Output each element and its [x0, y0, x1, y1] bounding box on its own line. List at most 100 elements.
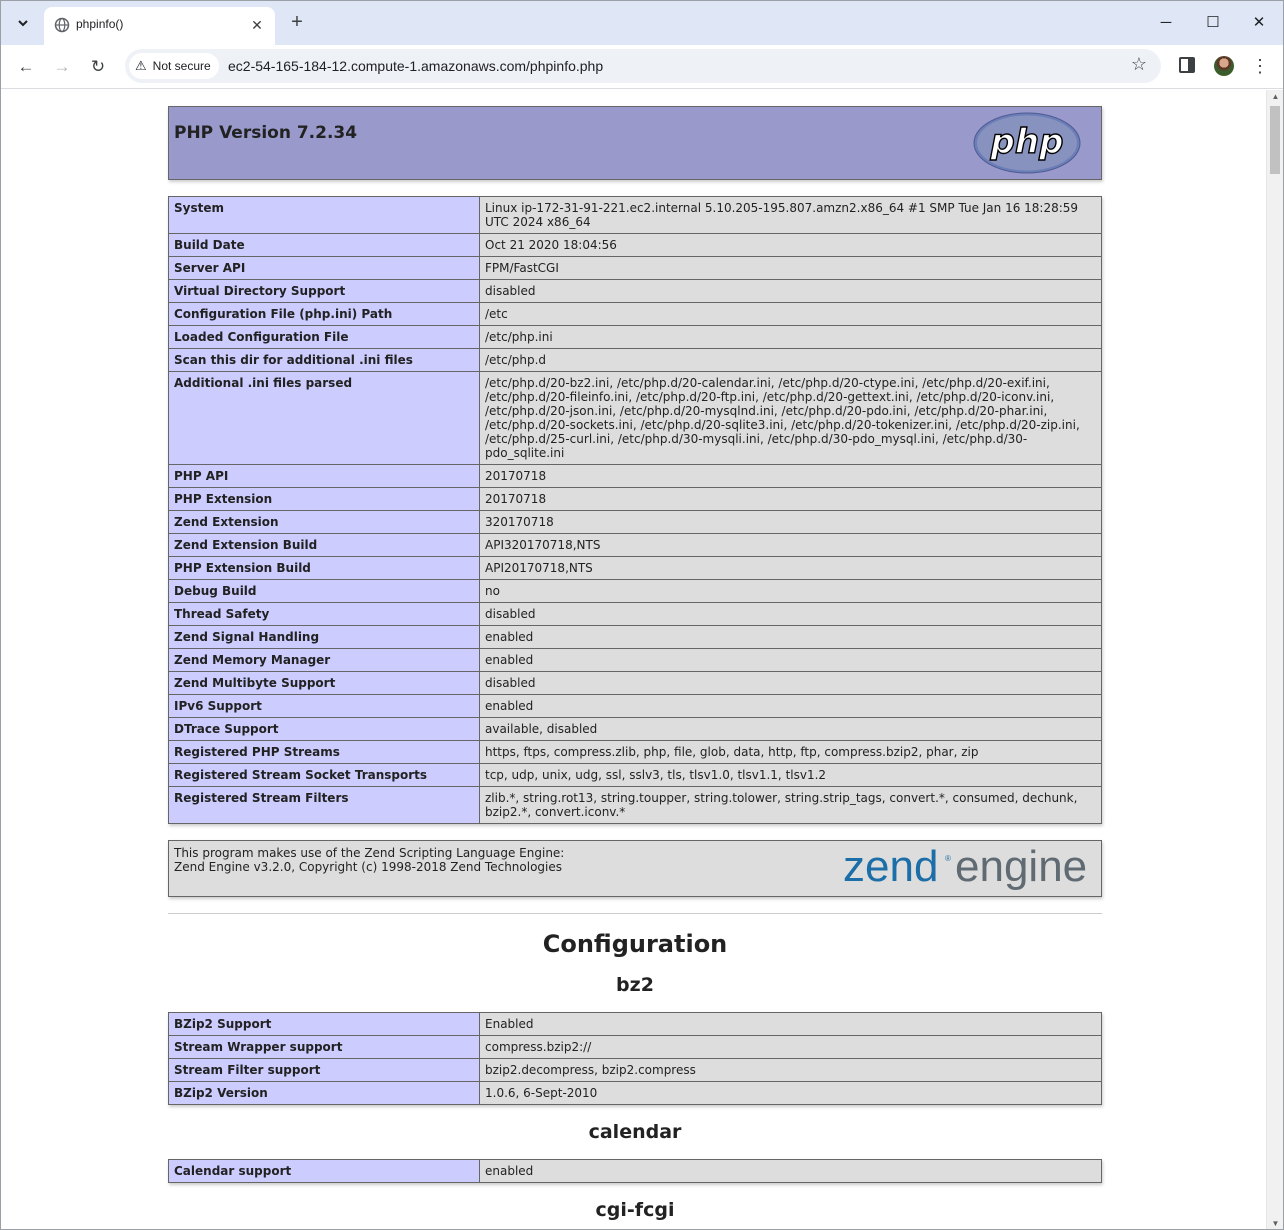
module-heading[interactable]: bz2	[168, 972, 1102, 998]
table-row: Zend Signal Handling enabled	[168, 625, 1102, 649]
back-arrow-icon[interactable]: ←	[12, 53, 40, 81]
row-key: Scan this dir for additional .ini files	[168, 348, 480, 372]
table-row: Stream Filter support bzip2.decompress, b…	[168, 1058, 1102, 1082]
svg-text:php: php	[990, 122, 1064, 162]
globe-icon	[54, 17, 70, 33]
zend-engine-logo[interactable]: zend ® engine	[843, 843, 1097, 895]
row-value: enabled	[479, 694, 1102, 718]
section-divider	[168, 913, 1102, 914]
warning-triangle-icon: ⚠	[135, 58, 147, 73]
row-key: Calendar support	[168, 1159, 480, 1183]
row-value: available, disabled	[479, 717, 1102, 741]
row-value: /etc/php.ini	[479, 325, 1102, 349]
table-row: Additional .ini files parsed/etc/php.d/2…	[168, 371, 1102, 465]
url-text[interactable]: ec2-54-165-184-12.compute-1.amazonaws.co…	[228, 58, 603, 74]
row-key: DTrace Support	[168, 717, 480, 741]
row-value: tcp, udp, unix, udg, ssl, sslv3, tls, tl…	[479, 763, 1102, 787]
forward-arrow-icon[interactable]: →	[48, 53, 76, 81]
row-key: Zend Multibyte Support	[168, 671, 480, 695]
table-row: Build Date Oct 21 2020 18:04:56	[168, 233, 1102, 257]
module-heading[interactable]: calendar	[168, 1119, 1102, 1145]
row-value: API320170718,NTS	[479, 533, 1102, 557]
avatar[interactable]	[1214, 56, 1234, 76]
scroll-thumb[interactable]	[1270, 106, 1280, 174]
row-value: zlib.*, string.rot13, string.toupper, st…	[479, 786, 1102, 824]
row-value: /etc	[479, 302, 1102, 326]
page-scrollbar[interactable]: ▲ ▼	[1266, 90, 1283, 1229]
row-value: Linux ip-172-31-91-221.ec2.internal 5.10…	[479, 196, 1102, 234]
table-row: Registered PHP Streams https, ftps, compr…	[168, 740, 1102, 764]
svg-text:®: ®	[945, 854, 951, 863]
row-value: no	[479, 579, 1102, 603]
new-tab-icon[interactable]: +	[285, 11, 309, 35]
row-key: Zend Signal Handling	[168, 625, 480, 649]
row-key: Configuration File (php.ini) Path	[168, 302, 480, 326]
row-value: enabled	[479, 1159, 1102, 1183]
security-chip[interactable]: ⚠ Not secure	[129, 53, 219, 79]
table-row: BZip2 Support Enabled	[168, 1012, 1102, 1036]
php-version-header: PHP Version 7.2.34 php	[168, 106, 1102, 180]
row-key: Additional .ini files parsed	[168, 371, 480, 465]
module-list: bz2 BZip2 Support Enabled Stream Wrapper su…	[168, 972, 1102, 1223]
row-key: Registered Stream Filters	[168, 786, 480, 824]
bookmark-star-icon[interactable]: ☆	[1131, 54, 1147, 75]
close-window-icon[interactable]: ✕	[1244, 9, 1274, 37]
table-row: Stream Wrapper support compress.bzip2://	[168, 1035, 1102, 1059]
row-key: Build Date	[168, 233, 480, 257]
security-label: Not secure	[152, 59, 211, 73]
close-tab-icon[interactable]: ✕	[247, 15, 267, 35]
tab-search-button[interactable]	[9, 9, 37, 37]
module-table: Calendar support enabled	[168, 1159, 1102, 1183]
browser-window: phpinfo() ✕ + ─ ☐ ✕ ← → ↻ ⚠ Not secure e…	[0, 0, 1284, 1230]
row-key: PHP API	[168, 464, 480, 488]
table-row: BZip2 Version 1.0.6, 6-Sept-2010	[168, 1081, 1102, 1105]
table-row: Scan this dir for additional .ini files /…	[168, 348, 1102, 372]
table-row: Configuration File (php.ini) Path/etc	[168, 302, 1102, 326]
row-value: disabled	[479, 279, 1102, 303]
table-row: Calendar support enabled	[168, 1159, 1102, 1183]
row-value: Enabled	[479, 1012, 1102, 1036]
tab-active[interactable]: phpinfo() ✕	[44, 7, 275, 45]
row-value: disabled	[479, 671, 1102, 695]
table-row: Zend Memory Manager enabled	[168, 648, 1102, 672]
module-heading[interactable]: cgi-fcgi	[168, 1197, 1102, 1223]
table-row: Registered Stream Filters zlib.*, string.…	[168, 786, 1102, 824]
scroll-up-arrow-icon[interactable]: ▲	[1267, 90, 1283, 104]
table-row: DTrace Support available, disabled	[168, 717, 1102, 741]
row-key: PHP Extension	[168, 487, 480, 511]
system-info-table: System Linux ip-172-31-91-221.ec2.interna…	[168, 196, 1102, 824]
configuration-heading: Configuration	[542, 930, 728, 958]
table-row: Zend Extension 320170718	[168, 510, 1102, 534]
table-row: System Linux ip-172-31-91-221.ec2.interna…	[168, 196, 1102, 234]
side-panel-icon[interactable]	[1179, 57, 1195, 73]
table-row: PHP Extension Build API20170718,NTS	[168, 556, 1102, 580]
minimize-icon[interactable]: ─	[1151, 9, 1181, 37]
row-key: Registered PHP Streams	[168, 740, 480, 764]
php-logo[interactable]: php	[973, 112, 1081, 174]
table-row: Zend Extension Build API320170718,NTS	[168, 533, 1102, 557]
table-row: Thread Safety disabled	[168, 602, 1102, 626]
row-key: System	[168, 196, 480, 234]
table-row: Server API FPM/FastCGI	[168, 256, 1102, 280]
row-value: 20170718	[479, 464, 1102, 488]
row-key: IPv6 Support	[168, 694, 480, 718]
table-row: IPv6 Support enabled	[168, 694, 1102, 718]
row-value: enabled	[479, 648, 1102, 672]
table-row: Loaded Configuration File/etc/php.ini	[168, 325, 1102, 349]
table-row: Registered Stream Socket Transports tcp, …	[168, 763, 1102, 787]
reload-icon[interactable]: ↻	[84, 53, 112, 81]
row-key: Stream Filter support	[168, 1058, 480, 1082]
row-key: Zend Memory Manager	[168, 648, 480, 672]
scroll-down-arrow-icon[interactable]: ▼	[1267, 1217, 1283, 1229]
page-title: PHP Version 7.2.34	[174, 123, 358, 143]
row-value: Oct 21 2020 18:04:56	[479, 233, 1102, 257]
address-bar[interactable]: ⚠ Not secure ec2-54-165-184-12.compute-1…	[125, 49, 1161, 83]
svg-text:engine: engine	[955, 843, 1087, 891]
svg-text:zend: zend	[843, 843, 938, 891]
row-value: 20170718	[479, 487, 1102, 511]
maximize-icon[interactable]: ☐	[1198, 9, 1228, 37]
kebab-menu-icon[interactable]: ⋮	[1251, 55, 1269, 77]
chevron-down-icon	[18, 20, 28, 27]
table-row: Virtual Directory Support disabled	[168, 279, 1102, 303]
row-value: disabled	[479, 602, 1102, 626]
